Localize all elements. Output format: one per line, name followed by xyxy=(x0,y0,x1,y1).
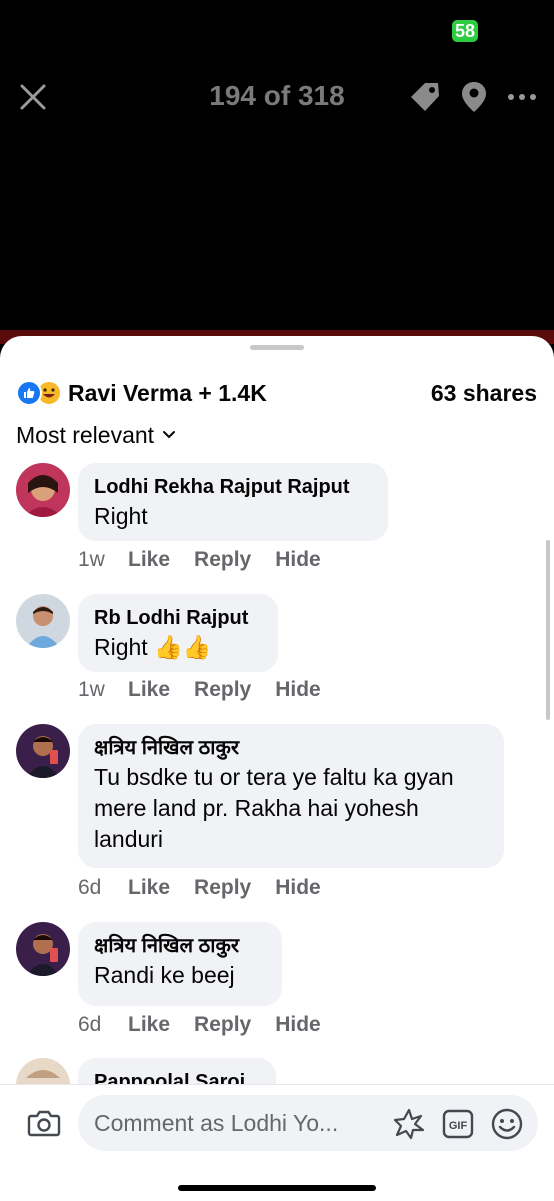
close-button[interactable] xyxy=(18,82,48,112)
sort-dropdown[interactable]: Most relevant xyxy=(16,420,176,450)
comment-time: 6d xyxy=(78,876,102,899)
sticker-icon xyxy=(393,1108,425,1140)
reply-button[interactable]: Reply xyxy=(194,1010,251,1040)
comment-text-line: mere land pr. Rakha hai yohesh xyxy=(94,795,419,821)
comment-text: Randi ke beej xyxy=(94,962,235,988)
reply-button[interactable]: Reply xyxy=(194,873,251,903)
reactions-summary[interactable]: Ravi Verma + 1.4K xyxy=(16,378,267,408)
comment-text-line: Tu bsdke tu or tera ye faltu ka gyan xyxy=(94,764,454,790)
scrollbar[interactable] xyxy=(546,540,550,720)
comments-sheet: Ravi Verma + 1.4K 63 shares Most relevan… xyxy=(0,336,554,1200)
home-indicator[interactable] xyxy=(178,1185,376,1191)
like-reaction-icon xyxy=(16,380,42,406)
like-button[interactable]: Like xyxy=(128,545,170,575)
comment-time: 1w xyxy=(78,548,105,571)
comment-actions: 6d Like Reply Hide xyxy=(78,1010,345,1040)
commenter-name[interactable]: Rb Lodhi Rajput xyxy=(94,604,262,632)
comment-bubble[interactable]: Lodhi Rekha Rajput Rajput Right xyxy=(78,463,388,541)
more-options-button[interactable] xyxy=(506,82,538,112)
photo-counter: 194 of 318 xyxy=(209,80,345,111)
comment-bubble[interactable]: Rb Lodhi Rajput Right 👍👍 xyxy=(78,594,278,672)
sort-label: Most relevant xyxy=(16,421,155,448)
like-button[interactable]: Like xyxy=(128,675,170,705)
gif-icon: GIF xyxy=(442,1109,474,1139)
chevron-down-icon xyxy=(163,431,176,439)
commenter-name[interactable]: क्षत्रिय निखिल ठाकुर xyxy=(94,734,488,762)
emoji-button[interactable] xyxy=(490,1107,524,1141)
more-dots-icon xyxy=(508,94,536,100)
reply-button[interactable]: Reply xyxy=(194,545,251,575)
reactors-text: Ravi Verma + 1.4K xyxy=(68,379,267,406)
comment-text-line: landuri xyxy=(94,826,164,852)
hide-button[interactable]: Hide xyxy=(275,675,321,705)
battery-indicator: 58 xyxy=(452,20,478,42)
comment-bubble[interactable]: क्षत्रिय निखिल ठाकुर Tu bsdke tu or tera… xyxy=(78,724,504,868)
comment-time: 1w xyxy=(78,678,105,701)
comment-composer: GIF xyxy=(0,1084,554,1201)
comment-text: Right 👍👍 xyxy=(94,634,212,660)
comment-text: Right xyxy=(94,503,148,529)
comment-input-field[interactable]: GIF xyxy=(78,1095,538,1151)
like-button[interactable]: Like xyxy=(128,1010,170,1040)
comment-bubble[interactable]: क्षत्रिय निखिल ठाकुर Randi ke beej xyxy=(78,922,282,1006)
comment-actions: 1w Like Reply Hide xyxy=(78,675,345,705)
tag-icon xyxy=(411,83,439,111)
close-icon xyxy=(20,84,46,110)
avatar[interactable] xyxy=(16,463,70,517)
location-pin-icon xyxy=(462,82,486,112)
avatar[interactable] xyxy=(16,922,70,976)
hide-button[interactable]: Hide xyxy=(275,545,321,575)
commenter-name[interactable]: Lodhi Rekha Rajput Rajput xyxy=(94,473,372,501)
comment-actions: 6d Like Reply Hide xyxy=(78,873,345,903)
comment-time: 6d xyxy=(78,1013,102,1036)
camera-icon xyxy=(27,1110,61,1137)
camera-button[interactable] xyxy=(26,1105,62,1141)
hide-button[interactable]: Hide xyxy=(275,1010,321,1040)
media-viewer-header: 58 194 of 318 xyxy=(0,0,554,335)
commenter-name[interactable]: क्षत्रिय निखिल ठाकुर xyxy=(94,932,266,960)
sheet-drag-handle[interactable] xyxy=(250,345,304,350)
shares-count[interactable]: 63 shares xyxy=(431,378,537,408)
like-button[interactable]: Like xyxy=(128,873,170,903)
comment-input[interactable] xyxy=(94,1095,394,1151)
avatar[interactable] xyxy=(16,724,70,778)
sticker-button[interactable] xyxy=(392,1107,426,1141)
comment-actions: 1w Like Reply Hide xyxy=(78,545,345,575)
reply-button[interactable]: Reply xyxy=(194,675,251,705)
location-button[interactable] xyxy=(460,80,488,114)
svg-text:GIF: GIF xyxy=(449,1120,468,1132)
gif-button[interactable]: GIF xyxy=(442,1109,474,1139)
hide-button[interactable]: Hide xyxy=(275,873,321,903)
emoji-icon xyxy=(491,1108,523,1140)
avatar[interactable] xyxy=(16,594,70,648)
tag-button[interactable] xyxy=(408,80,442,114)
